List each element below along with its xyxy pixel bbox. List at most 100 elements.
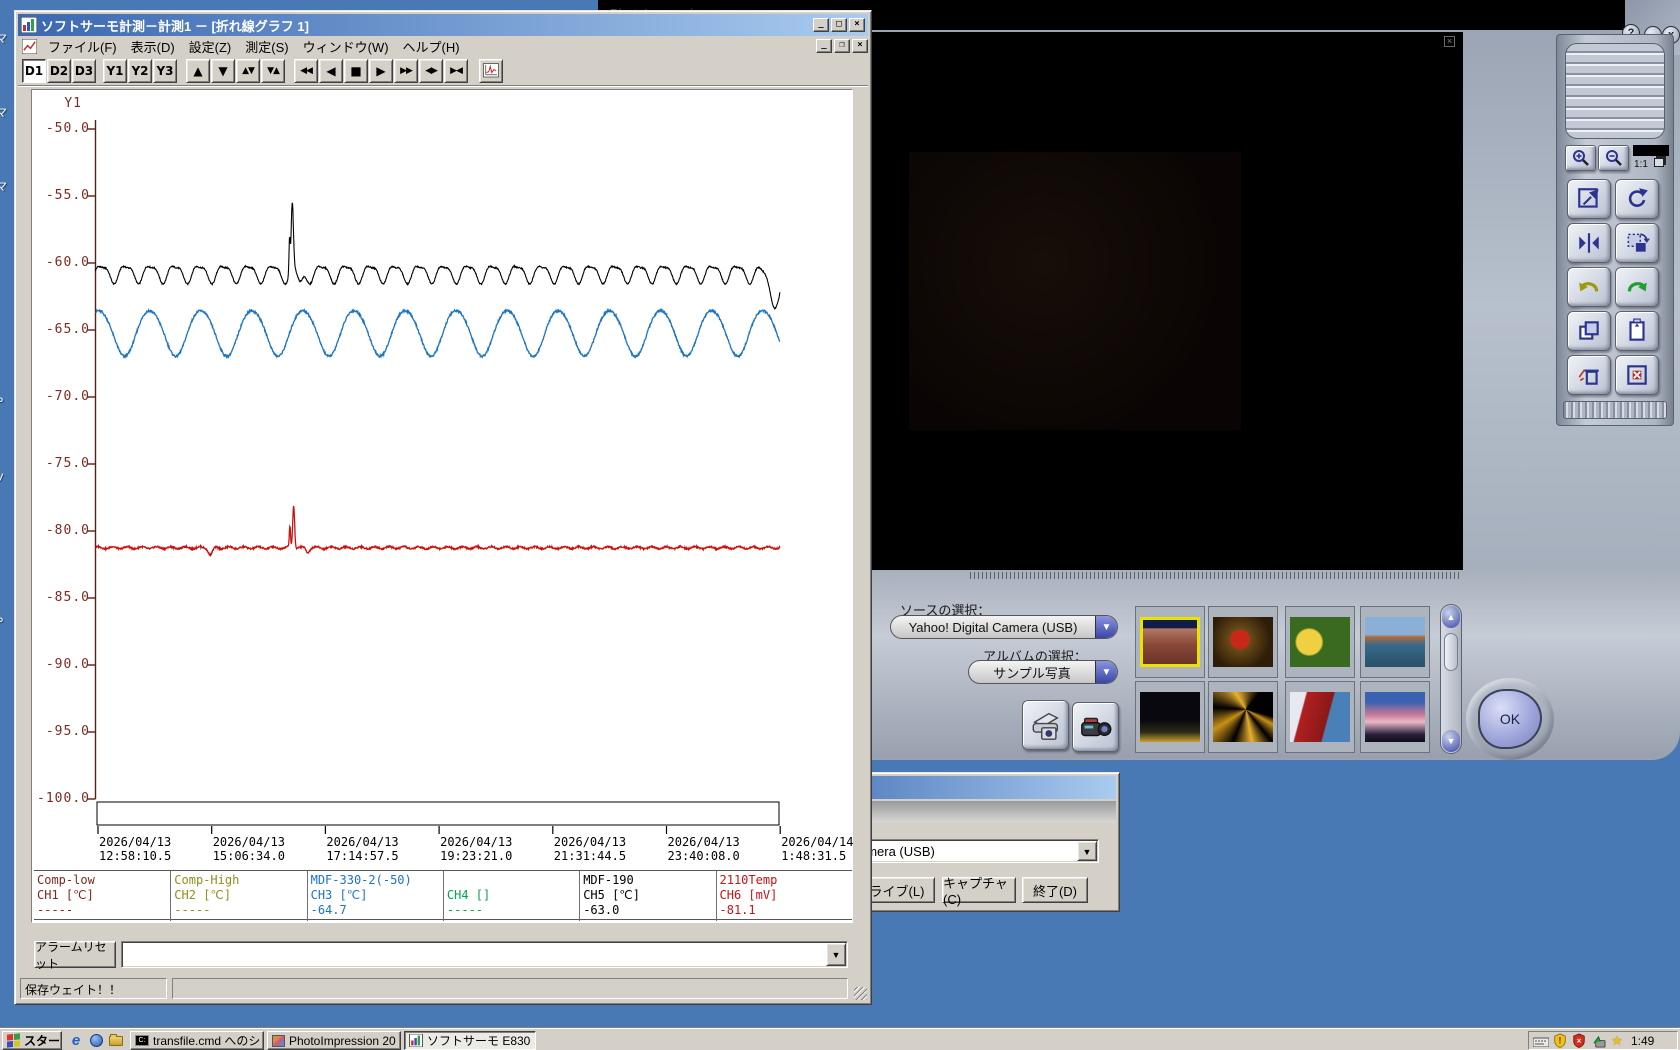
panel-grip-bottom[interactable] — [1563, 401, 1667, 419]
thumbnail-cardinal-bird[interactable] — [1208, 606, 1278, 678]
zoom-out-button[interactable] — [1598, 145, 1629, 171]
desktop-icon-label-fragment[interactable]: P — [0, 616, 3, 628]
scanner-source-button[interactable] — [1022, 700, 1069, 750]
axis-y1-button[interactable]: Y1 — [103, 59, 127, 83]
quicklaunch-ie-icon[interactable]: e — [68, 1032, 84, 1048]
resize-button[interactable] — [1567, 179, 1611, 219]
keyboard-tray-icon[interactable] — [1533, 1033, 1549, 1049]
desktop-icon-label-fragment[interactable]: P — [0, 396, 3, 408]
mdi-child-icon[interactable] — [22, 39, 37, 54]
capture-dropdown-arrow-icon[interactable]: ▼ — [1077, 841, 1097, 861]
resize-grip[interactable] — [854, 987, 867, 1000]
scroll-up-button[interactable]: ▲ — [186, 59, 210, 83]
photo-city-night — [1140, 692, 1200, 742]
menu-item-1[interactable]: 表示(D) — [124, 36, 182, 57]
step-back-button[interactable]: ◀ — [319, 59, 343, 83]
alarm-combobox[interactable]: ▼ — [121, 941, 848, 968]
expand-scale-button[interactable]: ▲▼ — [236, 59, 260, 83]
favorites-star-tray-icon[interactable]: ★ — [1609, 1033, 1625, 1049]
thumbnail-city-night[interactable] — [1135, 681, 1205, 753]
redo-icon — [1624, 274, 1650, 300]
line-chart — [32, 90, 854, 924]
safely-remove-tray-icon[interactable] — [1590, 1033, 1606, 1049]
dark-photo-preview — [909, 152, 1241, 430]
display-d2-button[interactable]: D2 — [47, 59, 71, 83]
mdi-restore-button[interactable]: ❐ — [834, 39, 850, 53]
rewind-button[interactable]: ◀◀ — [294, 59, 318, 83]
mdi-close-button[interactable]: × — [852, 39, 868, 53]
virus-alert-tray-icon[interactable]: × — [1571, 1033, 1587, 1049]
thumbnail-yellow-flowers[interactable] — [1285, 606, 1355, 678]
copy-button[interactable] — [1567, 311, 1611, 351]
alarm-reset-button[interactable]: アラームリセット — [34, 941, 116, 968]
photo-sunset-clouds — [1365, 692, 1425, 742]
svg-text:×: × — [1577, 1037, 1582, 1046]
exit-button[interactable]: 終了(D) — [1022, 877, 1088, 903]
fit-horizontal-button[interactable]: ◀▶ — [419, 59, 443, 83]
measurement-titlebar[interactable]: ソフトサーモ計測－計測1 － [折れ線グラフ 1] _ □ × — [18, 14, 868, 36]
display-d3-button[interactable]: D3 — [72, 59, 96, 83]
scroll-thumb[interactable] — [1444, 633, 1458, 671]
source-select-dropdown[interactable]: Yahoo! Digital Camera (USB) ▼ — [890, 615, 1118, 639]
desktop-icon-label-fragment[interactable]: マ — [0, 104, 7, 120]
desktop-icon-label-fragment[interactable]: マ — [0, 178, 7, 194]
minimize-button[interactable]: _ — [813, 18, 829, 32]
scroll-down-button[interactable]: ▼ — [1442, 730, 1460, 752]
canvas-close-icon[interactable]: × — [1444, 36, 1455, 47]
panel-grip[interactable] — [1565, 43, 1665, 139]
thumbnail-rock-spires[interactable] — [1135, 606, 1205, 678]
thumbnail-lighthouse-barn[interactable] — [1285, 681, 1355, 753]
thumbnail-scrollbar[interactable]: ▲ ▼ — [1440, 604, 1462, 754]
mdi-minimize-button[interactable]: _ — [816, 39, 832, 53]
status-save-wait: 保存ウェイト！！ — [20, 978, 167, 999]
graph-settings-button[interactable] — [479, 59, 503, 83]
alarm-combo-arrow-icon[interactable]: ▼ — [826, 943, 846, 966]
redo-button[interactable] — [1615, 267, 1659, 307]
task-3-button[interactable]: ソフトサーモ E830 — [404, 1031, 536, 1050]
close-frame-button[interactable] — [1615, 355, 1659, 395]
quicklaunch-folder-icon[interactable] — [108, 1033, 124, 1049]
actual-size-icon[interactable] — [1654, 158, 1664, 167]
zoom-in-button[interactable] — [1565, 145, 1596, 171]
desktop-icon-label-fragment[interactable]: マ — [0, 30, 7, 46]
paste-button[interactable] — [1615, 311, 1659, 351]
menu-item-3[interactable]: 測定(S) — [238, 36, 295, 57]
start-button[interactable]: スタート — [2, 1031, 62, 1050]
menu-item-0[interactable]: ファイル(F) — [41, 36, 124, 57]
axis-y3-button[interactable]: Y3 — [153, 59, 177, 83]
security-alert-tray-icon[interactable]: ! — [1552, 1033, 1568, 1049]
axis-y2-button[interactable]: Y2 — [128, 59, 152, 83]
scroll-up-button[interactable]: ▲ — [1442, 606, 1460, 628]
jump-end-button[interactable]: ▶◀ — [444, 59, 468, 83]
thumbnail-harbor[interactable] — [1360, 606, 1430, 678]
menu-item-4[interactable]: ウィンドウ(W) — [296, 36, 396, 57]
rotate-button[interactable] — [1615, 179, 1659, 219]
album-dropdown-arrow-icon[interactable]: ▼ — [1095, 661, 1117, 683]
stop-button[interactable]: ■ — [344, 59, 368, 83]
thumbnail-sunset-clouds[interactable] — [1360, 681, 1430, 753]
chart-panel: Y1-50.0-55.0-60.0-65.0-70.0-75.0-80.0-85… — [31, 89, 853, 923]
scroll-down-button[interactable]: ▼ — [211, 59, 235, 83]
image-canvas[interactable]: × — [830, 32, 1463, 571]
delete-button[interactable] — [1567, 355, 1611, 395]
album-select-dropdown[interactable]: サンプル写真 ▼ — [968, 660, 1118, 684]
maximize-button[interactable]: □ — [831, 18, 847, 32]
crop-button[interactable] — [1615, 223, 1659, 263]
thumbnail-light-spiral[interactable] — [1208, 681, 1278, 753]
close-button[interactable]: × — [849, 18, 865, 32]
task-1-button[interactable]: C:transfile.cmd へのショート... — [130, 1031, 264, 1050]
menu-item-2[interactable]: 設定(Z) — [182, 36, 239, 57]
camera-source-button[interactable] — [1072, 702, 1119, 752]
capture-button[interactable]: キャプチャ(C) — [942, 877, 1016, 903]
undo-button[interactable] — [1567, 267, 1611, 307]
task-2-button[interactable]: PhotoImpression 2000 — [267, 1031, 401, 1050]
compress-scale-button[interactable]: ▼▲ — [261, 59, 285, 83]
display-d1-button[interactable]: D1 — [22, 59, 46, 83]
menu-item-5[interactable]: ヘルプ(H) — [396, 36, 467, 57]
step-forward-button[interactable]: ▶ — [369, 59, 393, 83]
source-dropdown-arrow-icon[interactable]: ▼ — [1095, 616, 1117, 638]
mirror-button[interactable] — [1567, 223, 1611, 263]
desktop-icon-label-fragment[interactable]: V — [0, 472, 3, 484]
quicklaunch-globe-icon[interactable] — [88, 1032, 104, 1048]
fast-forward-button[interactable]: ▶▶ — [394, 59, 418, 83]
